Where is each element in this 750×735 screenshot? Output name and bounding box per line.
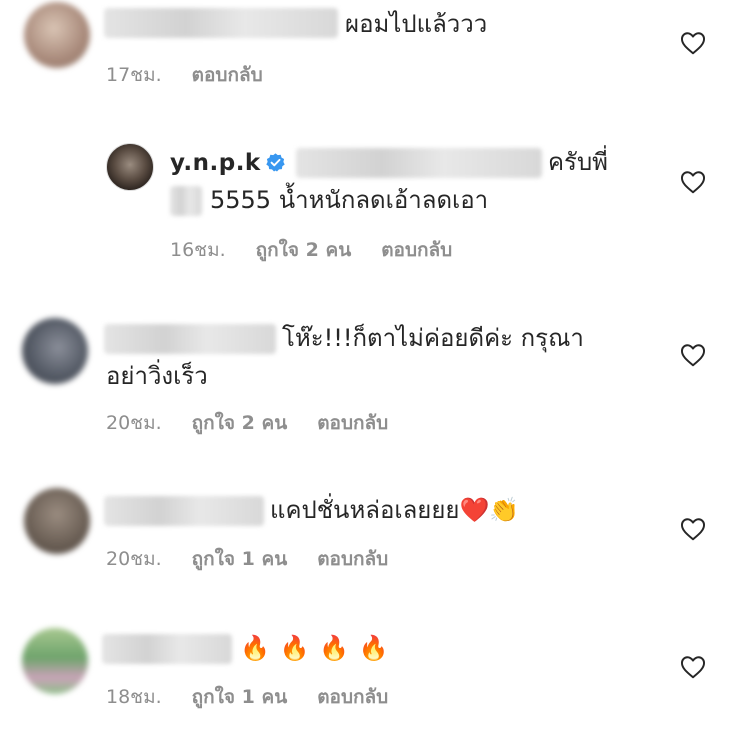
- heart-outline-icon[interactable]: [680, 343, 706, 367]
- heart-outline-icon[interactable]: [680, 655, 706, 679]
- likes-count[interactable]: ถูกใจ 1 คน: [192, 682, 288, 712]
- username-blurred[interactable]: [104, 496, 264, 526]
- reply-text-1: ครับพี่: [548, 148, 608, 176]
- likes-count[interactable]: ถูกใจ 1 คน: [192, 544, 288, 574]
- likes-count[interactable]: ถูกใจ 2 คน: [256, 235, 352, 265]
- comment-time: 18ชม.: [106, 686, 162, 708]
- comment-time: 20ชม.: [106, 548, 162, 570]
- comment-text-2: อย่าวิ่งเร็ว: [106, 362, 208, 390]
- username-blurred[interactable]: [102, 634, 232, 664]
- comment-text: 🔥 🔥 🔥 🔥: [240, 634, 390, 662]
- avatar[interactable]: [22, 628, 88, 694]
- reply-button[interactable]: ตอบกลับ: [192, 60, 263, 90]
- comment-meta: 20ชม. ถูกใจ 1 คน ตอบกลับ: [106, 544, 388, 574]
- reply-button[interactable]: ตอบกลับ: [317, 544, 388, 574]
- username-blurred[interactable]: [104, 324, 276, 354]
- reply-button[interactable]: ตอบกลับ: [317, 682, 388, 712]
- verified-badge-icon: [266, 153, 285, 172]
- comment-time: 20ชม.: [106, 412, 162, 434]
- likes-count[interactable]: ถูกใจ 2 คน: [192, 408, 288, 438]
- comment-time: 17ชม.: [106, 64, 162, 86]
- avatar[interactable]: [24, 2, 90, 68]
- avatar[interactable]: [24, 488, 90, 554]
- reply-line-1: y.n.p.k: [170, 144, 286, 181]
- comment-text: แคปชั่นหล่อเลยยย❤️👏: [270, 492, 519, 528]
- comment-meta: 18ชม. ถูกใจ 1 คน ตอบกลับ: [106, 682, 388, 712]
- mention-blurred[interactable]: [296, 148, 542, 178]
- comment-time: 16ชม.: [170, 239, 226, 261]
- username[interactable]: y.n.p.k: [170, 150, 261, 176]
- avatar[interactable]: [106, 143, 154, 191]
- comment-text: ผอมไปแล้ววว: [345, 10, 488, 38]
- mention-blurred[interactable]: [170, 186, 202, 216]
- comment-meta: 17ชม. ตอบกลับ: [106, 60, 263, 90]
- heart-clap-emoji: ❤️👏: [459, 496, 520, 524]
- avatar[interactable]: [22, 318, 88, 384]
- comment-text-body: แคปชั่นหล่อเลยยย: [270, 496, 460, 524]
- comments-list: ผอมไปแล้ววว 17ชม. ตอบกลับ y.n.p.k ครับพี…: [0, 0, 750, 735]
- comment-meta: 20ชม. ถูกใจ 2 คน ตอบกลับ: [106, 408, 388, 438]
- username-blurred[interactable]: [104, 8, 338, 38]
- heart-outline-icon[interactable]: [680, 170, 706, 194]
- comment-meta: 16ชม. ถูกใจ 2 คน ตอบกลับ: [170, 235, 452, 265]
- reply-button[interactable]: ตอบกลับ: [317, 408, 388, 438]
- reply-text-2: 5555 น้ำหนักลดเอ้าลดเอา: [210, 186, 489, 214]
- reply-button[interactable]: ตอบกลับ: [381, 235, 452, 265]
- heart-outline-icon[interactable]: [680, 31, 706, 55]
- comment-text-1: โห๊ะ!!!ก็ตาไม่ค่อยดีค่ะ กรุณา: [282, 324, 584, 352]
- heart-outline-icon[interactable]: [680, 517, 706, 541]
